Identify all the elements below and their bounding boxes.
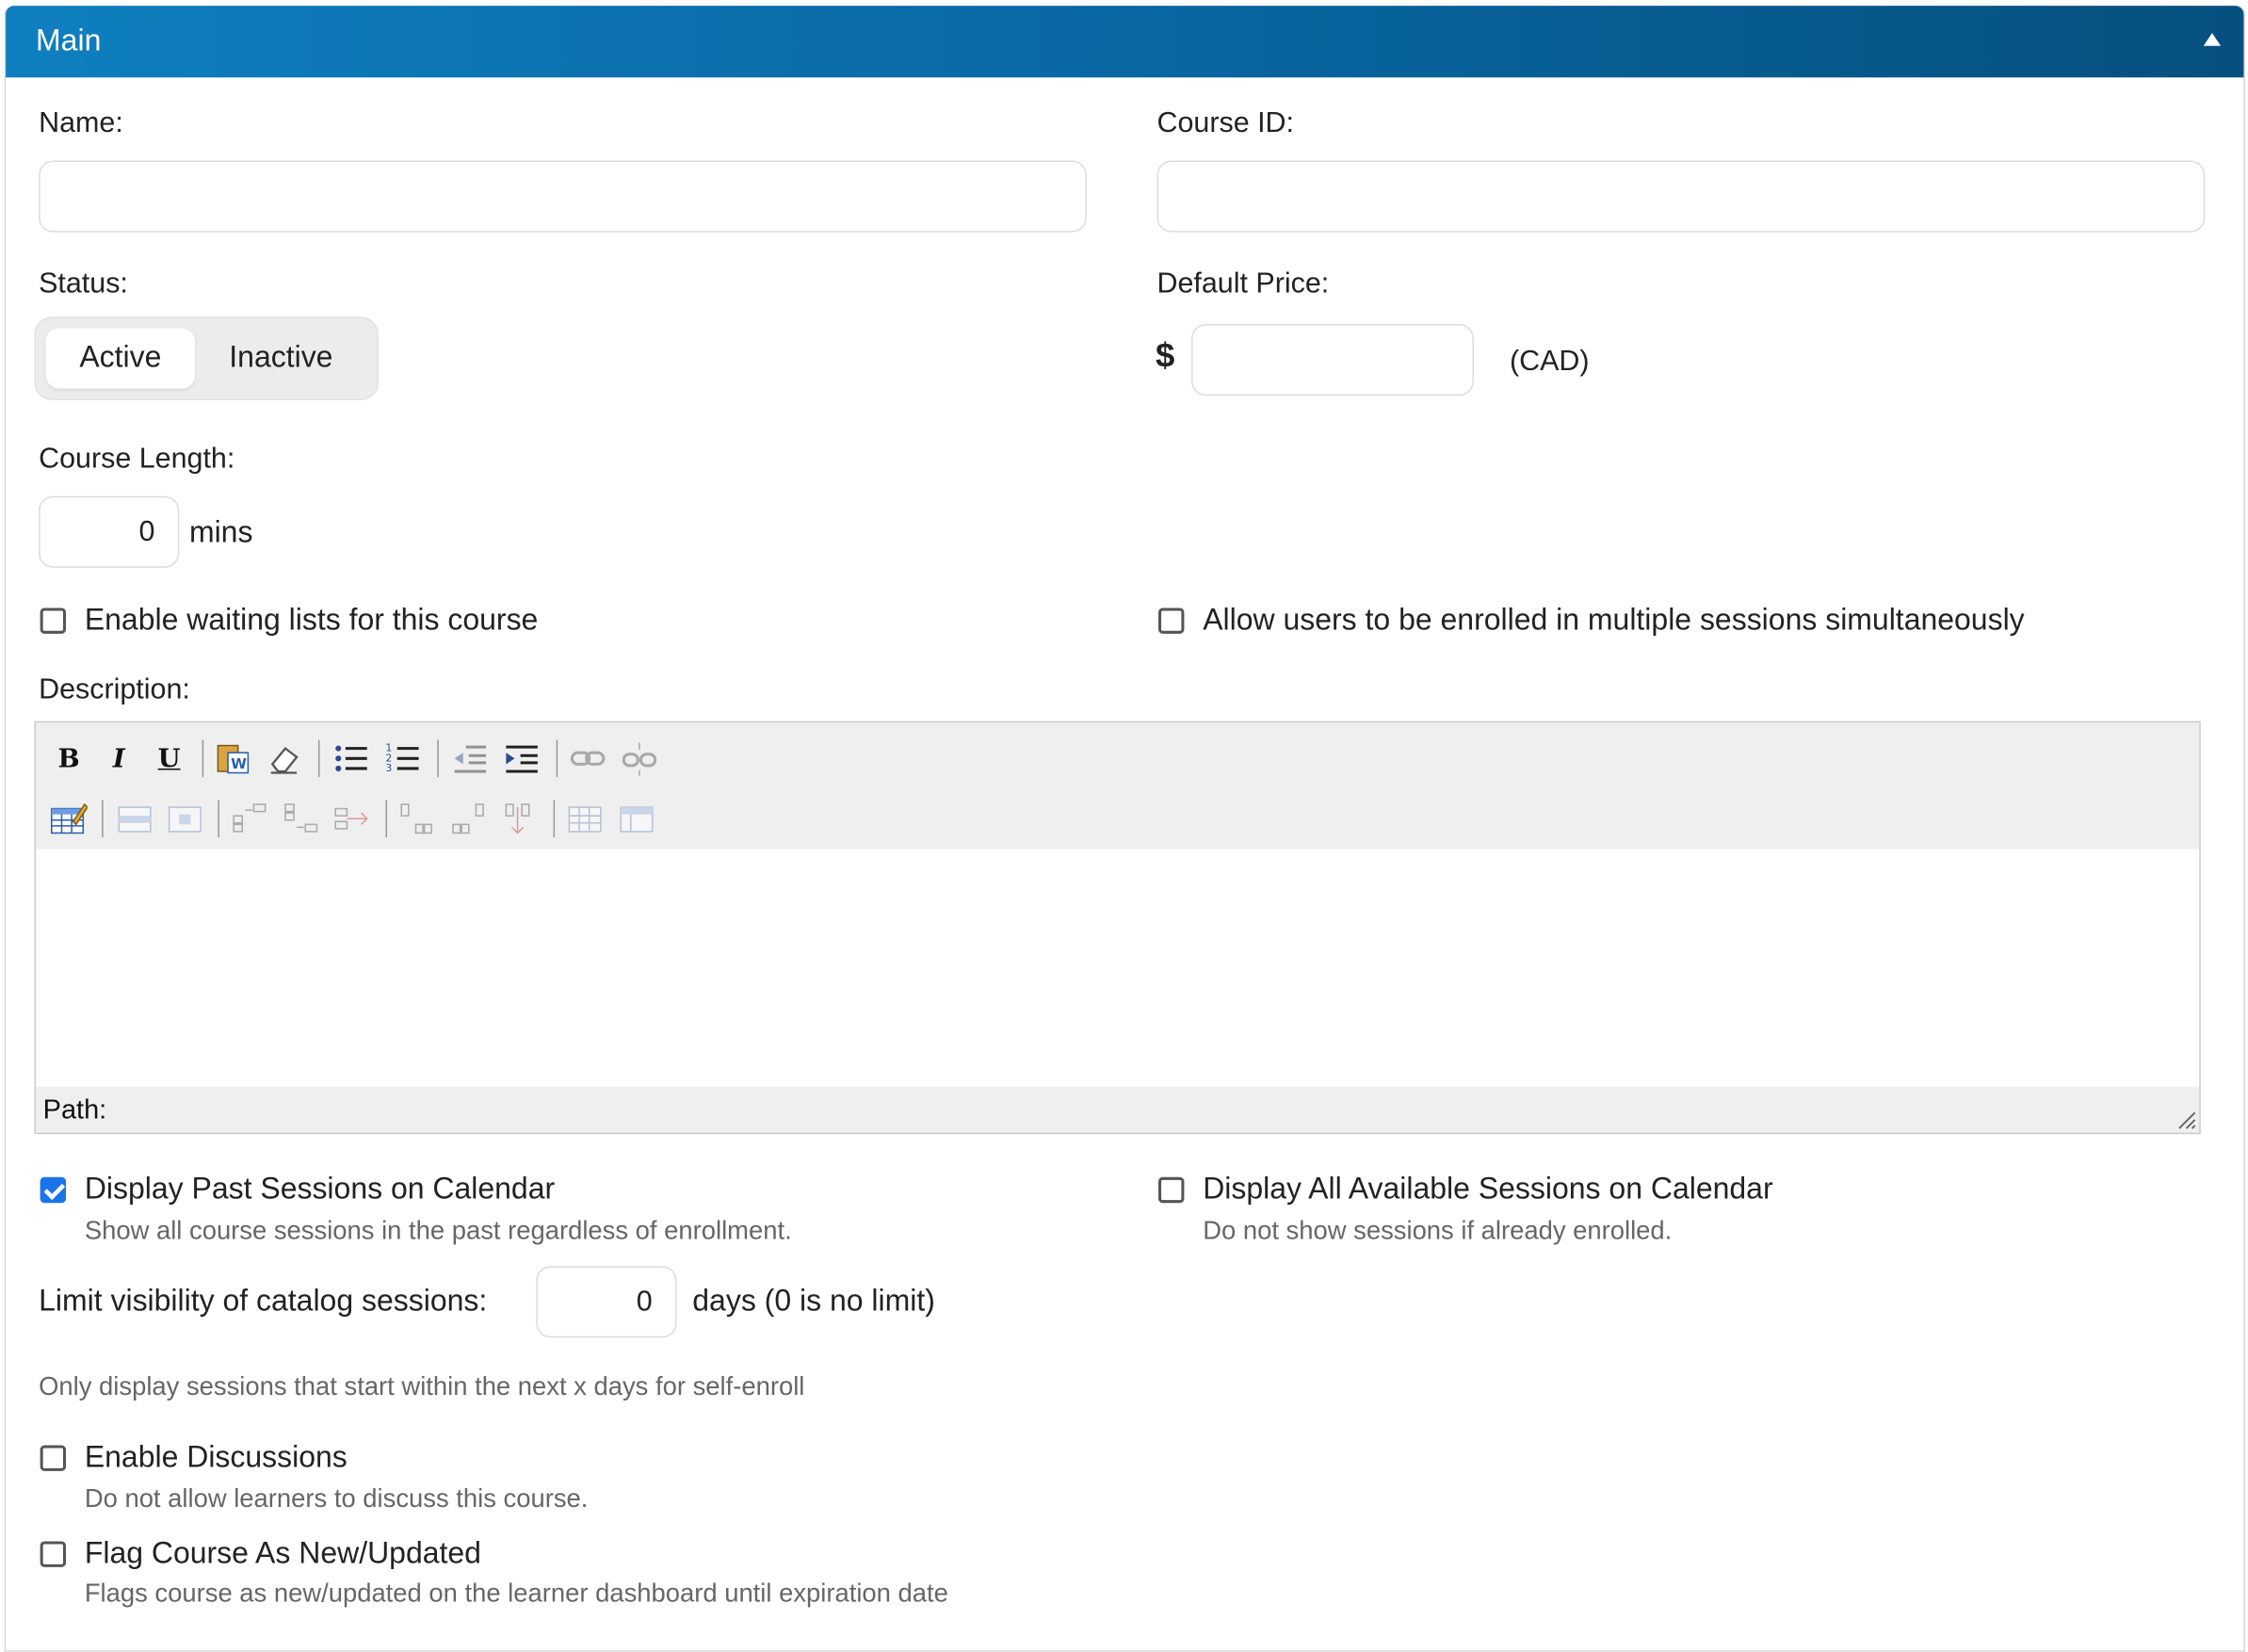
delete-row-icon[interactable] — [332, 800, 370, 837]
all-sessions-checkbox[interactable] — [1158, 1176, 1185, 1204]
merge-cells-icon[interactable] — [618, 800, 655, 837]
all-sessions-label: Display All Available Sessions on Calend… — [1203, 1173, 1773, 1207]
numbered-list-icon[interactable]: 123 — [384, 740, 422, 778]
course-length-unit: mins — [188, 516, 253, 550]
waiting-list-checkbox[interactable] — [40, 607, 67, 634]
course-id-label: Course ID: — [1156, 107, 1295, 139]
toolbar-separator — [317, 739, 320, 778]
table-icon[interactable] — [50, 800, 88, 837]
status-label: Status: — [39, 267, 128, 300]
multiple-sessions-label: Allow users to be enrolled in multiple s… — [1203, 603, 2025, 637]
insert-col-after-icon[interactable] — [450, 800, 488, 837]
visibility-label: Limit visibility of catalog sessions: — [39, 1284, 488, 1318]
editor-statusbar: Path: — [36, 1086, 2200, 1133]
unlink-icon[interactable] — [621, 740, 658, 778]
underline-icon[interactable]: U — [151, 740, 188, 778]
toolbar-separator — [385, 800, 388, 838]
name-input[interactable] — [39, 160, 1087, 233]
panel-header[interactable]: Main — [6, 6, 2244, 78]
visibility-days-input[interactable] — [536, 1266, 677, 1338]
collapse-arrow-icon[interactable] — [2203, 33, 2222, 46]
resize-grip-icon[interactable] — [2176, 1109, 2196, 1129]
path-label: Path: — [42, 1095, 107, 1126]
visibility-help: Only display sessions that start within … — [39, 1371, 805, 1401]
cell-properties-icon[interactable] — [167, 800, 204, 837]
name-label: Name: — [39, 107, 123, 139]
toolbar-separator — [102, 800, 104, 838]
bold-icon[interactable]: B — [50, 740, 88, 778]
discussions-checkbox[interactable] — [40, 1445, 67, 1471]
editor-toolbar: B I U W 123 — [36, 722, 2200, 850]
toolbar-separator — [556, 739, 558, 778]
currency-code: (CAD) — [1509, 345, 1590, 378]
italic-icon[interactable]: I — [101, 740, 138, 778]
toolbar-separator — [202, 739, 204, 778]
toolbar-separator — [218, 800, 219, 838]
insert-row-before-icon[interactable] — [231, 800, 268, 837]
indent-icon[interactable] — [503, 740, 541, 778]
outdent-icon[interactable] — [452, 740, 490, 778]
currency-symbol: $ — [1155, 336, 1175, 376]
discussions-label: Enable Discussions — [84, 1440, 348, 1474]
course-length-label: Course Length: — [39, 443, 235, 475]
past-sessions-label: Display Past Sessions on Calendar — [84, 1173, 556, 1207]
price-input[interactable] — [1191, 324, 1474, 397]
flag-new-label: Flag Course As New/Updated — [84, 1536, 481, 1570]
description-editor: B I U W 123 Path: — [34, 721, 2201, 1135]
insert-row-after-icon[interactable] — [283, 800, 320, 837]
flag-new-help: Flags course as new/updated on the learn… — [84, 1579, 948, 1608]
insert-col-before-icon[interactable] — [398, 800, 436, 837]
course-id-input[interactable] — [1156, 160, 2206, 233]
toolbar-separator — [553, 800, 556, 838]
row-properties-icon[interactable] — [116, 800, 154, 837]
delete-col-icon[interactable] — [500, 800, 538, 837]
description-textarea[interactable] — [36, 849, 2200, 1089]
toolbar-separator — [437, 739, 439, 778]
status-inactive-button[interactable]: Inactive — [202, 329, 360, 389]
course-length-input[interactable] — [39, 495, 180, 568]
visibility-unit: days (0 is no limit) — [692, 1284, 935, 1318]
all-sessions-help: Do not show sessions if already enrolled… — [1203, 1215, 1673, 1245]
panel-title: Main — [36, 24, 102, 57]
past-sessions-help: Show all course sessions in the past reg… — [84, 1215, 792, 1245]
svg-text:3: 3 — [385, 762, 392, 774]
waiting-list-label: Enable waiting lists for this course — [84, 603, 539, 637]
past-sessions-checkbox[interactable] — [40, 1176, 67, 1204]
discussions-help: Do not allow learners to discuss this co… — [84, 1483, 589, 1514]
flag-new-checkbox[interactable] — [40, 1541, 67, 1567]
split-cells-icon[interactable] — [566, 800, 604, 837]
paste-word-icon[interactable]: W — [215, 740, 252, 778]
description-label: Description: — [39, 673, 190, 705]
link-icon[interactable] — [569, 740, 606, 778]
default-price-label: Default Price: — [1156, 267, 1330, 300]
eraser-icon[interactable] — [266, 740, 303, 778]
bullet-list-icon[interactable] — [332, 740, 370, 778]
svg-text:W: W — [231, 755, 247, 772]
multiple-sessions-checkbox[interactable] — [1158, 607, 1185, 634]
status-toggle: Active Inactive — [34, 316, 379, 400]
status-active-button[interactable]: Active — [45, 328, 196, 389]
